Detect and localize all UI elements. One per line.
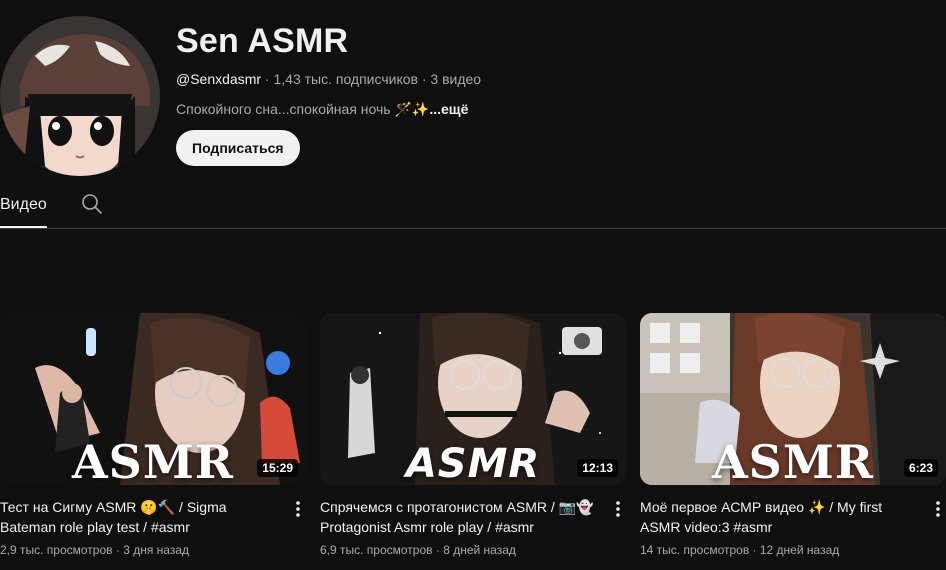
video-title[interactable]: Моё первое АСМР видео ✨ / My first ASMR … bbox=[640, 497, 920, 537]
subscriber-count: 1,43 тыс. подписчиков bbox=[273, 71, 418, 87]
video-title[interactable]: Спрячемся с протагонистом ASMR / 📷👻 Prot… bbox=[320, 497, 600, 537]
channel-meta: @Senxdasmr · 1,43 тыс. подписчиков · 3 в… bbox=[176, 71, 481, 87]
subscribe-button[interactable]: Подписаться bbox=[176, 130, 300, 166]
thumbnail-caption: ASMR bbox=[711, 435, 875, 485]
video-card[interactable]: ASMR 6:23 Моё первое АСМР видео ✨ / My f… bbox=[640, 313, 946, 557]
channel-avatar[interactable] bbox=[0, 16, 160, 176]
avatar-illustration bbox=[0, 16, 160, 176]
more-options-icon[interactable] bbox=[930, 499, 946, 519]
more-options-icon[interactable] bbox=[610, 499, 626, 519]
view-count: 2,9 тыс. просмотров bbox=[0, 543, 113, 557]
channel-description[interactable]: Спокойного сна...спокойная ночь 🪄✨...ещё bbox=[176, 101, 468, 118]
upload-age: 3 дня назад bbox=[123, 543, 190, 557]
video-thumbnail[interactable]: ASMR 12:13 bbox=[320, 313, 626, 485]
video-duration: 12:13 bbox=[577, 459, 618, 477]
video-count: 3 видео bbox=[430, 71, 482, 87]
more-options-icon[interactable] bbox=[290, 499, 306, 519]
video-card[interactable]: ASMR 15:29 Тест на Сигму ASMR 🤫🔨 / Sigma… bbox=[0, 313, 306, 557]
search-icon[interactable] bbox=[80, 192, 104, 216]
video-title[interactable]: Тест на Сигму ASMR 🤫🔨 / Sigma Bateman ro… bbox=[0, 497, 280, 537]
description-text: Спокойного сна...спокойная ночь 🪄✨ bbox=[176, 101, 430, 117]
video-duration: 15:29 bbox=[257, 459, 298, 477]
video-duration: 6:23 bbox=[903, 459, 938, 477]
view-count: 6,9 тыс. просмотров bbox=[320, 543, 433, 557]
more-link[interactable]: ...ещё bbox=[429, 101, 468, 117]
video-meta: 2,9 тыс. просмотров · 3 дня назад bbox=[0, 543, 190, 557]
channel-handle: @Senxdasmr bbox=[176, 71, 262, 87]
video-thumbnail[interactable]: ASMR 6:23 bbox=[640, 313, 946, 485]
channel-name: Sen ASMR bbox=[176, 22, 349, 60]
view-count: 14 тыс. просмотров bbox=[640, 543, 750, 557]
upload-age: 8 дней назад bbox=[443, 543, 516, 557]
video-meta: 14 тыс. просмотров · 12 дней назад bbox=[640, 543, 840, 557]
video-card[interactable]: ASMR 12:13 Спрячемся с протагонистом ASM… bbox=[320, 313, 626, 557]
tab-videos[interactable]: Видео bbox=[0, 186, 47, 228]
channel-tabs: Видео bbox=[0, 186, 946, 229]
upload-age: 12 дней назад bbox=[759, 543, 840, 557]
video-meta: 6,9 тыс. просмотров · 8 дней назад bbox=[320, 543, 516, 557]
meta-separator: · bbox=[417, 71, 431, 87]
meta-separator: · bbox=[261, 71, 274, 87]
video-thumbnail[interactable]: ASMR 15:29 bbox=[0, 313, 306, 485]
